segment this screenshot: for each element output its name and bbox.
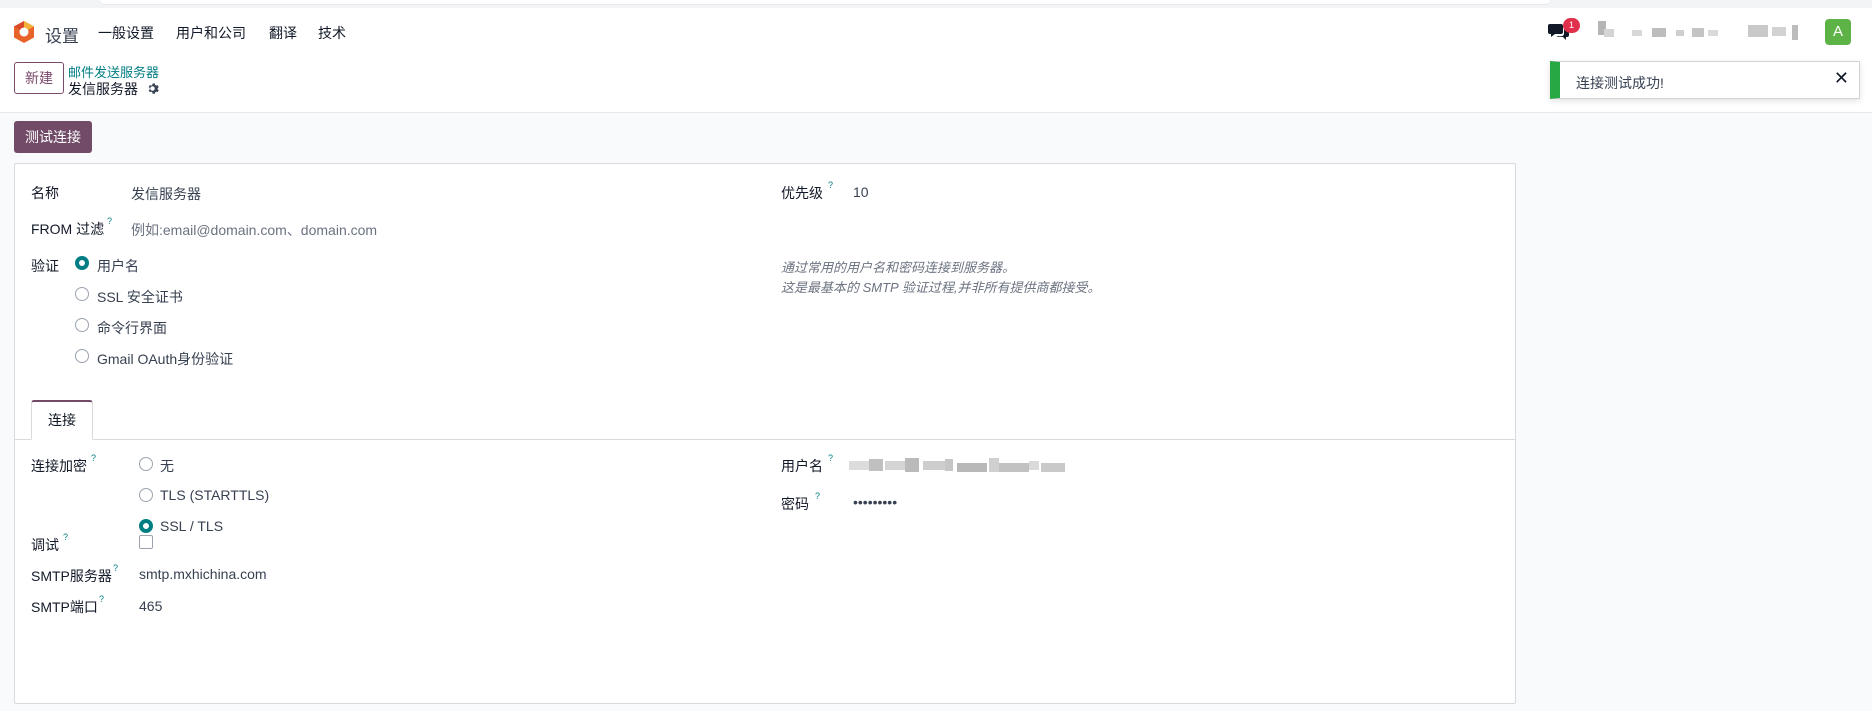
smtp-port-field[interactable]: 465: [139, 598, 162, 614]
menu-technical[interactable]: 技术: [318, 23, 346, 43]
tab-divider: [15, 439, 1515, 440]
encryption-help-icon[interactable]: ?: [91, 453, 96, 463]
toast-message: 连接测试成功!: [1576, 75, 1664, 91]
smtp-port-label: SMTP端口: [31, 599, 98, 615]
success-toast: 连接测试成功! ✕: [1550, 61, 1860, 99]
auth-label: 验证: [31, 258, 59, 274]
menu-translations[interactable]: 翻译: [269, 23, 297, 43]
name-label: 名称: [31, 185, 59, 201]
toast-close-icon[interactable]: ✕: [1834, 68, 1849, 89]
debug-help-icon[interactable]: ?: [63, 532, 68, 542]
menu-users-companies[interactable]: 用户和公司: [176, 23, 246, 43]
auth-option-cli[interactable]: 命令行界面: [97, 318, 167, 338]
breadcrumb-current: 发信服务器: [68, 81, 138, 97]
auth-radio-gmail[interactable]: [75, 349, 89, 363]
encryption-radio-none[interactable]: [139, 457, 153, 471]
priority-help-icon[interactable]: ?: [828, 180, 833, 190]
auth-option-username[interactable]: 用户名: [97, 256, 139, 276]
top-pill: [100, 0, 1550, 5]
chat-badge: 1: [1563, 18, 1580, 33]
debug-checkbox[interactable]: [139, 535, 153, 549]
password-label: 密码: [781, 496, 809, 512]
smtp-server-label: SMTP服务器: [31, 568, 112, 584]
priority-field[interactable]: 10: [853, 184, 869, 200]
form-sheet: 名称 发信服务器 FROM 过滤 ? 例如:email@domain.com、d…: [14, 163, 1516, 704]
encryption-option-ssl[interactable]: SSL / TLS: [160, 518, 223, 534]
debug-label: 调试: [31, 537, 59, 553]
username-help-icon[interactable]: ?: [828, 453, 833, 463]
name-field[interactable]: 发信服务器: [131, 184, 201, 204]
priority-label: 优先级: [781, 185, 823, 201]
auth-option-gmail[interactable]: Gmail OAuth身份验证: [97, 349, 233, 369]
from-filter-help-icon[interactable]: ?: [107, 216, 112, 226]
menu-general-settings[interactable]: 一般设置: [98, 23, 154, 43]
gear-icon[interactable]: [146, 82, 159, 95]
auth-option-ssl[interactable]: SSL 安全证书: [97, 287, 183, 307]
encryption-option-tls[interactable]: TLS (STARTTLS): [160, 487, 269, 503]
from-filter-input[interactable]: 例如:email@domain.com、domain.com: [131, 220, 377, 240]
username-label: 用户名: [781, 458, 823, 474]
app-logo-icon[interactable]: [12, 20, 36, 44]
browser-top-strip: [0, 0, 1872, 8]
username-field-blurred[interactable]: [849, 457, 1075, 475]
auth-note-line-1: 通过常用的用户名和密码连接到服务器。: [781, 260, 1016, 275]
test-connection-button[interactable]: 测试连接: [14, 121, 92, 153]
smtp-port-help-icon[interactable]: ?: [99, 594, 104, 604]
password-field[interactable]: •••••••••: [853, 494, 897, 510]
from-filter-label: FROM 过滤: [31, 221, 105, 237]
tab-connection[interactable]: 连接: [31, 400, 93, 440]
top-navbar: 设置 一般设置 用户和公司 翻译 技术 1 A: [0, 8, 1872, 54]
auth-radio-username[interactable]: [75, 256, 89, 270]
user-name-blurred[interactable]: [1596, 21, 1806, 41]
auth-radio-cli[interactable]: [75, 318, 89, 332]
password-help-icon[interactable]: ?: [815, 491, 820, 501]
smtp-server-help-icon[interactable]: ?: [113, 563, 118, 573]
app-title[interactable]: 设置: [45, 22, 79, 47]
encryption-radio-tls[interactable]: [139, 488, 153, 502]
new-button[interactable]: 新建: [14, 62, 64, 94]
encryption-label: 连接加密: [31, 458, 87, 474]
auth-note-line-2: 这是最基本的 SMTP 验证过程,并非所有提供商都接受。: [781, 280, 1101, 295]
smtp-server-field[interactable]: smtp.mxhichina.com: [139, 566, 267, 582]
auth-radio-ssl[interactable]: [75, 287, 89, 301]
encryption-radio-ssl[interactable]: [139, 519, 153, 533]
encryption-option-none[interactable]: 无: [160, 456, 174, 476]
user-avatar[interactable]: A: [1825, 19, 1851, 45]
